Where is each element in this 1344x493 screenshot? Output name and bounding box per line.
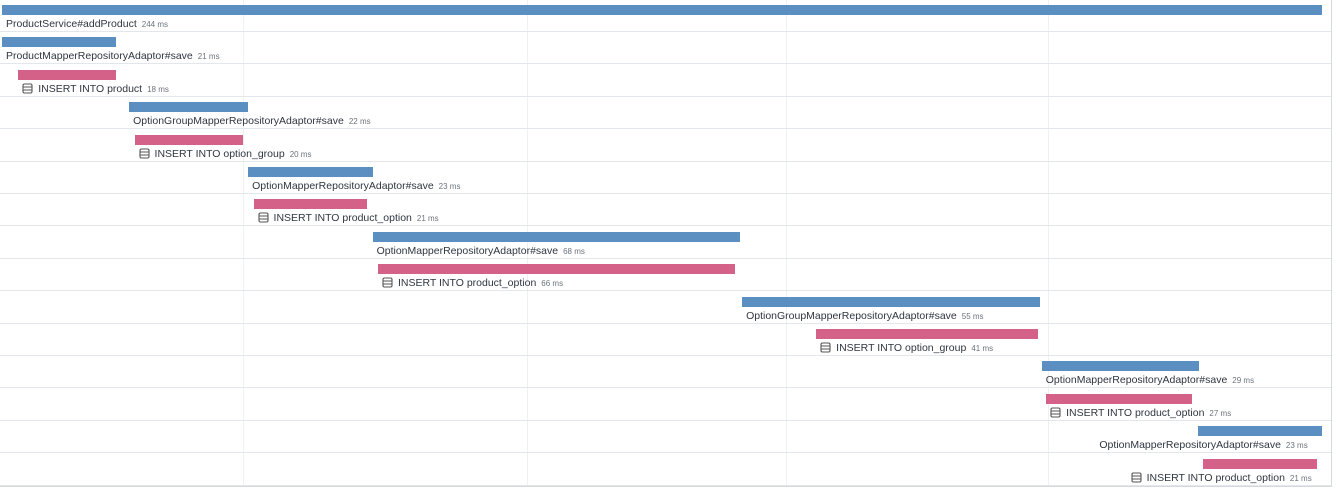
span-label: INSERT INTO product_option 21 ms [257,211,439,225]
span-name: OptionMapperRepositoryAdaptor#save [376,244,559,257]
span-name: OptionMapperRepositoryAdaptor#save [1099,439,1281,452]
service-span-row[interactable]: OptionMapperRepositoryAdaptor#save 23 ms [0,421,1332,454]
sql-span-row[interactable]: INSERT INTO product_option 21 ms [0,194,1332,227]
database-icon [257,212,269,223]
sql-span-bar[interactable] [377,264,736,275]
span-label: OptionGroupMapperRepositoryAdaptor#save 2… [133,114,371,128]
sql-span-bar[interactable] [1046,393,1193,404]
sql-span-row[interactable]: INSERT INTO option_group 41 ms [0,324,1332,356]
sql-span-bar[interactable] [253,199,368,210]
trace-timeline: ProductService#addProduct 244 ms ProductMa… [0,0,1332,487]
span-label: OptionMapperRepositoryAdaptor#save 68 ms [377,244,585,258]
sql-span-row[interactable]: INSERT INTO product_option 66 ms [0,259,1332,292]
span-name: INSERT INTO product_option [1146,471,1285,484]
span-duration: 29 ms [1232,376,1255,386]
span-label: ProductMapperRepositoryAdaptor#save 21 ms [6,49,220,63]
service-span-row[interactable]: OptionMapperRepositoryAdaptor#save 23 ms [0,162,1332,194]
span-name: INSERT INTO product_option [273,212,412,225]
sql-span-row[interactable]: INSERT INTO product 18 ms [0,65,1332,97]
span-name: INSERT INTO product [38,82,143,95]
service-span-bar[interactable] [1041,361,1199,372]
database-icon [382,277,393,288]
span-duration: 27 ms [1209,408,1232,418]
database-icon [1131,472,1142,483]
span-name: INSERT INTO product_option [397,277,537,290]
span-duration: 66 ms [541,279,564,289]
database-icon [1050,407,1061,418]
span-label: INSERT INTO product_option 27 ms [1050,406,1231,420]
span-label: OptionMapperRepositoryAdaptor#save 23 ms [252,179,460,193]
span-duration: 21 ms [197,52,220,62]
span-label: ProductService#addProduct 244 ms [6,17,168,31]
sql-span-row[interactable]: INSERT INTO product_option 21 ms [0,454,1332,486]
span-name: OptionGroupMapperRepositoryAdaptor#save [746,309,957,322]
service-span-row[interactable]: ProductMapperRepositoryAdaptor#save 21 ms [0,32,1332,65]
span-label: OptionMapperRepositoryAdaptor#save 23 ms [1099,438,1307,452]
service-span-row[interactable]: OptionMapperRepositoryAdaptor#save 68 ms [0,227,1332,259]
service-span-row[interactable]: ProductService#addProduct 244 ms [0,0,1332,32]
sql-span-row[interactable]: INSERT INTO option_group 20 ms [0,130,1332,162]
database-icon [138,148,150,159]
database-icon [820,342,831,353]
span-name: OptionGroupMapperRepositoryAdaptor#save [133,115,344,128]
span-name: INSERT INTO option_group [154,147,285,160]
service-span-bar[interactable] [2,37,116,48]
service-span-bar[interactable] [2,5,1322,15]
span-duration: 22 ms [348,117,371,127]
span-name: OptionMapperRepositoryAdaptor#save [252,180,434,192]
timeline-right-border [1331,0,1332,487]
service-span-bar[interactable] [248,167,373,177]
span-duration: 244 ms [141,20,168,29]
sql-span-bar[interactable] [816,329,1038,339]
span-duration: 55 ms [961,311,984,321]
span-name: ProductService#addProduct [6,18,137,30]
sql-span-bar[interactable] [134,134,243,145]
timeline-bottom-border [0,486,1332,487]
sql-span-row[interactable]: INSERT INTO product_option 27 ms [0,389,1332,421]
span-label: OptionGroupMapperRepositoryAdaptor#save 5… [746,309,984,323]
span-label: INSERT INTO product_option 21 ms [1131,471,1312,485]
service-span-row[interactable]: OptionGroupMapperRepositoryAdaptor#save 5… [0,292,1332,324]
span-duration: 23 ms [1285,441,1308,451]
service-span-bar[interactable] [742,296,1040,307]
span-label: INSERT INTO option_group 41 ms [820,341,993,355]
span-duration: 18 ms [147,84,169,94]
span-label: INSERT INTO option_group 20 ms [138,147,312,161]
span-name: INSERT INTO option_group [836,342,967,354]
span-label: OptionMapperRepositoryAdaptor#save 29 ms [1046,373,1254,387]
sql-span-bar[interactable] [1202,458,1317,469]
span-duration: 21 ms [416,214,439,224]
span-duration: 21 ms [1289,473,1312,483]
span-duration: 68 ms [563,246,585,256]
span-name: OptionMapperRepositoryAdaptor#save [1045,374,1228,387]
service-span-bar[interactable] [372,231,741,242]
database-icon [22,83,33,94]
span-name: ProductMapperRepositoryAdaptor#save [6,50,193,63]
service-span-bar[interactable] [1197,426,1322,437]
sql-span-bar[interactable] [18,69,116,80]
span-duration: 41 ms [971,344,994,353]
service-span-row[interactable]: OptionGroupMapperRepositoryAdaptor#save 2… [0,97,1332,130]
service-span-row[interactable]: OptionMapperRepositoryAdaptor#save 29 ms [0,356,1332,389]
span-name: INSERT INTO product_option [1066,406,1205,419]
span-label: INSERT INTO product 18 ms [22,82,169,96]
span-duration: 23 ms [438,182,461,191]
span-duration: 20 ms [289,149,312,159]
span-label: INSERT INTO product_option 66 ms [382,276,563,290]
service-span-bar[interactable] [129,102,249,113]
